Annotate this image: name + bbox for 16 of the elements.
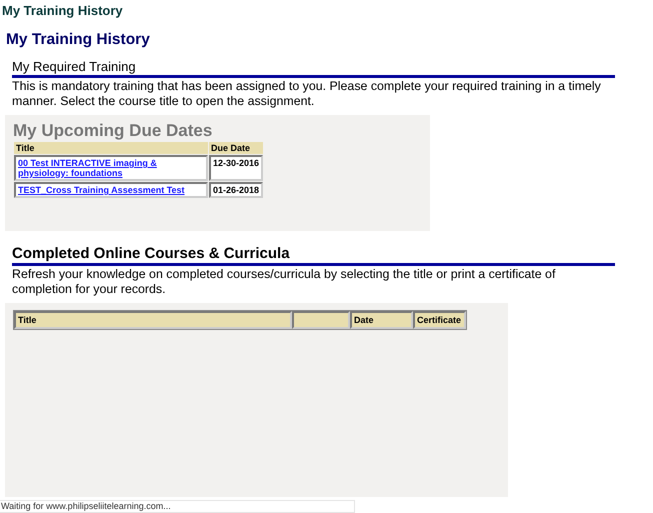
- column-header: Due Date: [209, 142, 264, 154]
- section-title: Completed Online Courses & Curricula: [12, 245, 615, 266]
- column-header: Certificate: [413, 311, 466, 329]
- column-header: [292, 311, 350, 329]
- column-header: Title: [14, 311, 292, 329]
- status-bar: Waiting for www.philipseliitelearning.com...: [0, 500, 355, 513]
- page-heading: My Training History: [6, 31, 151, 49]
- section-description: This is mandatory training that has been assigned to you. Please complete your required training in a timely manner. Select the course title to open the assignment.: [12, 79, 602, 109]
- due-date-cell: 12-30-2016: [209, 155, 264, 181]
- due-date-cell: 01-26-2018: [209, 182, 264, 198]
- panel-title: My Upcoming Due Dates: [13, 121, 214, 141]
- page-title: My Training History: [1, 2, 124, 18]
- column-header: Title: [14, 142, 208, 154]
- section-title: My Required Training: [12, 59, 615, 78]
- column-header: Date: [350, 311, 413, 329]
- section-description: Refresh your knowledge on completed courses/curricula by selecting the title or print a certificate of completion for your records.: [12, 267, 556, 297]
